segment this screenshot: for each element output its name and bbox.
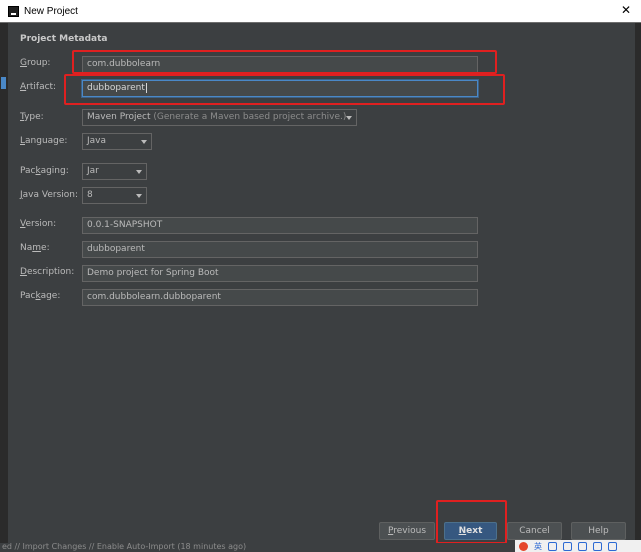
name-field[interactable]: dubboparent bbox=[82, 241, 478, 258]
annotation-box-next bbox=[436, 500, 507, 544]
grid-icon[interactable] bbox=[608, 541, 617, 551]
java-version-dropdown[interactable]: 8 bbox=[82, 187, 147, 204]
chevron-down-icon bbox=[136, 170, 142, 174]
ime-logo-icon[interactable] bbox=[519, 541, 528, 551]
chevron-down-icon bbox=[136, 194, 142, 198]
chevron-down-icon bbox=[346, 116, 352, 120]
version-label: Version: bbox=[20, 219, 57, 229]
language-label: Language: bbox=[20, 136, 68, 146]
gutter-marker bbox=[1, 77, 6, 89]
title-divider bbox=[0, 22, 641, 23]
section-title: Project Metadata bbox=[20, 34, 108, 44]
close-icon[interactable]: ✕ bbox=[621, 3, 631, 17]
language-dropdown[interactable]: Java bbox=[82, 133, 152, 150]
group-label: Group: bbox=[20, 58, 51, 68]
title-bar: New Project ✕ bbox=[0, 0, 641, 22]
help-button[interactable]: Help bbox=[571, 522, 626, 540]
package-field[interactable]: com.dubbolearn.dubboparent bbox=[82, 289, 478, 306]
packaging-label: Packaging: bbox=[20, 166, 69, 176]
window-title: New Project bbox=[24, 5, 78, 17]
annotation-box-artifact bbox=[64, 74, 505, 105]
left-editor-gutter bbox=[0, 23, 8, 543]
right-editor-gutter bbox=[635, 23, 641, 543]
ime-language-indicator[interactable]: 英 bbox=[534, 541, 542, 552]
java-version-label: Java Version: bbox=[20, 190, 79, 200]
version-field[interactable]: 0.0.1-SNAPSHOT bbox=[82, 217, 478, 234]
description-label: Description: bbox=[20, 267, 75, 277]
emoji-icon[interactable] bbox=[548, 541, 557, 551]
name-label: Name: bbox=[20, 243, 50, 253]
previous-button[interactable]: Previous bbox=[379, 522, 435, 540]
shirt-icon[interactable] bbox=[593, 541, 602, 551]
type-dropdown[interactable]: Maven Project (Generate a Maven based pr… bbox=[82, 109, 357, 126]
artifact-label: Artifact: bbox=[20, 82, 57, 92]
description-field[interactable]: Demo project for Spring Boot bbox=[82, 265, 478, 282]
status-text: ed // Import Changes // Enable Auto-Impo… bbox=[2, 543, 247, 551]
annotation-box-group bbox=[72, 50, 497, 74]
keyboard-icon[interactable] bbox=[578, 541, 587, 551]
packaging-dropdown[interactable]: Jar bbox=[82, 163, 147, 180]
microphone-icon[interactable] bbox=[563, 541, 572, 551]
package-label: Package: bbox=[20, 291, 61, 301]
intellij-app-icon bbox=[8, 5, 19, 17]
cancel-button[interactable]: Cancel bbox=[507, 522, 562, 540]
chevron-down-icon bbox=[141, 140, 147, 144]
type-label: Type: bbox=[20, 112, 44, 122]
system-tray: 英 bbox=[515, 540, 641, 552]
